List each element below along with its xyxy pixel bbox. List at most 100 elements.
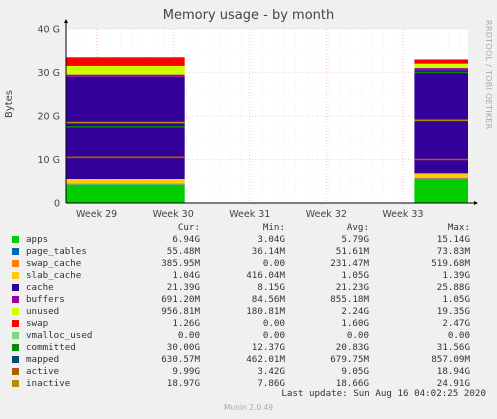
legend-avg: 855.18M <box>330 294 369 305</box>
legend-min: 36.14M <box>251 246 285 257</box>
legend-name: swap <box>26 318 49 329</box>
legend-row: page_tables 55.48M 36.14M 51.61M 73.83M <box>0 246 497 258</box>
area-apps <box>414 179 468 203</box>
legend-row: mapped 630.57M 462.01M 679.75M 857.09M <box>0 354 497 366</box>
legend-swatch <box>12 380 19 387</box>
legend-row: swap_cache 385.95M 0.00 231.47M 519.68M <box>0 258 497 270</box>
y-tick-label: 0 <box>54 199 60 210</box>
legend-max: 1.39G <box>442 270 470 281</box>
legend-row: active 9.99G 3.42G 9.05G 18.94G <box>0 366 497 378</box>
x-tick-label: Week 31 <box>229 209 270 220</box>
legend-name: mapped <box>26 354 60 365</box>
legend-row: unused 956.81M 180.81M 2.24G 19.35G <box>0 306 497 318</box>
legend-max: 73.83M <box>436 246 470 257</box>
legend-avg: 0.00 <box>346 330 369 341</box>
legend-cur: 630.57M <box>161 354 200 365</box>
area-swap <box>66 57 185 66</box>
legend-cur: 385.95M <box>161 258 200 269</box>
area-swap_cache <box>414 177 468 179</box>
legend-max: 857.09M <box>431 354 470 365</box>
header-max: Max: <box>447 222 470 233</box>
area-unused <box>414 63 468 69</box>
legend-name: apps <box>26 234 49 245</box>
legend-name: buffers <box>26 294 65 305</box>
y-tick-label: 30 G <box>38 68 60 79</box>
legend-max: 0.00 <box>447 330 470 341</box>
legend-swatch <box>12 260 19 267</box>
legend-avg: 20.83G <box>335 342 369 353</box>
legend-swatch <box>12 284 19 291</box>
munin-version: Munin 2.0.49 <box>223 403 274 412</box>
legend-min: 8.15G <box>257 282 285 293</box>
area-buffers <box>66 74 185 77</box>
legend-name: cache <box>26 282 54 293</box>
legend-cur: 6.94G <box>172 234 200 245</box>
last-update: Last update: Sun Aug 16 04:02:25 2020 <box>281 388 486 399</box>
header-avg: Avg: <box>346 222 369 233</box>
x-tick-label: Week 30 <box>153 209 194 220</box>
legend-name: committed <box>26 342 76 353</box>
legend-cur: 55.48M <box>166 246 200 257</box>
legend-swatch <box>12 308 19 315</box>
area-cache <box>414 70 468 174</box>
y-tick-label: 20 G <box>38 112 60 123</box>
legend-row: cache 21.39G 8.15G 21.23G 25.88G <box>0 282 497 294</box>
legend-cur: 30.00G <box>166 342 200 353</box>
legend-swatch <box>12 368 19 375</box>
area-apps <box>66 184 185 203</box>
legend-name: swap_cache <box>26 258 82 269</box>
x-tick-label: Week 29 <box>76 209 117 220</box>
header-cur: Cur: <box>177 222 200 233</box>
legend-min: 84.56M <box>251 294 285 305</box>
legend-swatch <box>12 296 19 303</box>
legend-row: apps 6.94G 3.04G 5.79G 15.14G <box>0 234 497 246</box>
legend-row: swap 1.26G 0.00 1.60G 2.47G <box>0 318 497 330</box>
legend-min: 0.00 <box>262 318 285 329</box>
legend-swatch <box>12 332 19 339</box>
legend-min: 180.81M <box>246 306 285 317</box>
legend-cur: 9.99G <box>172 366 200 377</box>
legend-avg: 1.60G <box>341 318 369 329</box>
y-tick-label: 40 G <box>38 25 60 36</box>
legend-cur: 691.20M <box>161 294 200 305</box>
legend-max: 31.56G <box>436 342 470 353</box>
legend-max: 25.88G <box>436 282 470 293</box>
legend-name: vmalloc_used <box>26 330 93 341</box>
legend-avg: 21.23G <box>335 282 369 293</box>
area-swap_cache <box>66 183 185 185</box>
area-slab_cache <box>414 173 468 178</box>
legend-row: committed 30.00G 12.37G 20.83G 31.56G <box>0 342 497 354</box>
legend-min: 12.37G <box>251 342 285 353</box>
legend-avg: 5.79G <box>341 234 369 245</box>
legend-name: slab_cache <box>26 270 82 281</box>
legend-cur: 21.39G <box>166 282 200 293</box>
legend-max: 2.47G <box>442 318 470 329</box>
legend-avg: 679.75M <box>330 354 369 365</box>
area-swap <box>414 59 468 64</box>
legend-avg: 51.61M <box>335 246 369 257</box>
legend-row: slab_cache 1.04G 416.04M 1.05G 1.39G <box>0 270 497 282</box>
legend-max: 519.68M <box>431 258 470 269</box>
legend-name: unused <box>26 306 60 317</box>
legend-header: Cur: Min: Avg: Max: <box>0 222 497 234</box>
legend-name: page_tables <box>26 246 87 257</box>
legend-min: 3.42G <box>257 366 285 377</box>
legend-min: 462.01M <box>246 354 285 365</box>
memory-chart: 0 10 G 20 G 30 G 40 G Week 29 Week 30 Week 31 We… <box>38 19 478 220</box>
legend-max: 19.35G <box>436 306 470 317</box>
x-tick-label: Week 33 <box>382 209 423 220</box>
legend-swatch <box>12 248 19 255</box>
y-axis-arrow <box>64 19 68 23</box>
legend-swatch <box>12 320 19 327</box>
legend-avg: 2.24G <box>341 306 369 317</box>
legend-max: 15.14G <box>436 234 470 245</box>
area-buffers <box>414 68 468 71</box>
legend-avg: 9.05G <box>341 366 369 377</box>
legend-cur: 1.04G <box>172 270 200 281</box>
legend-cur: 0.00 <box>177 330 200 341</box>
legend-min: 0.00 <box>262 258 285 269</box>
header-min: Min: <box>262 222 285 233</box>
legend-min: 416.04M <box>246 270 285 281</box>
area-slab_cache <box>66 179 185 184</box>
legend-min: 3.04G <box>257 234 285 245</box>
